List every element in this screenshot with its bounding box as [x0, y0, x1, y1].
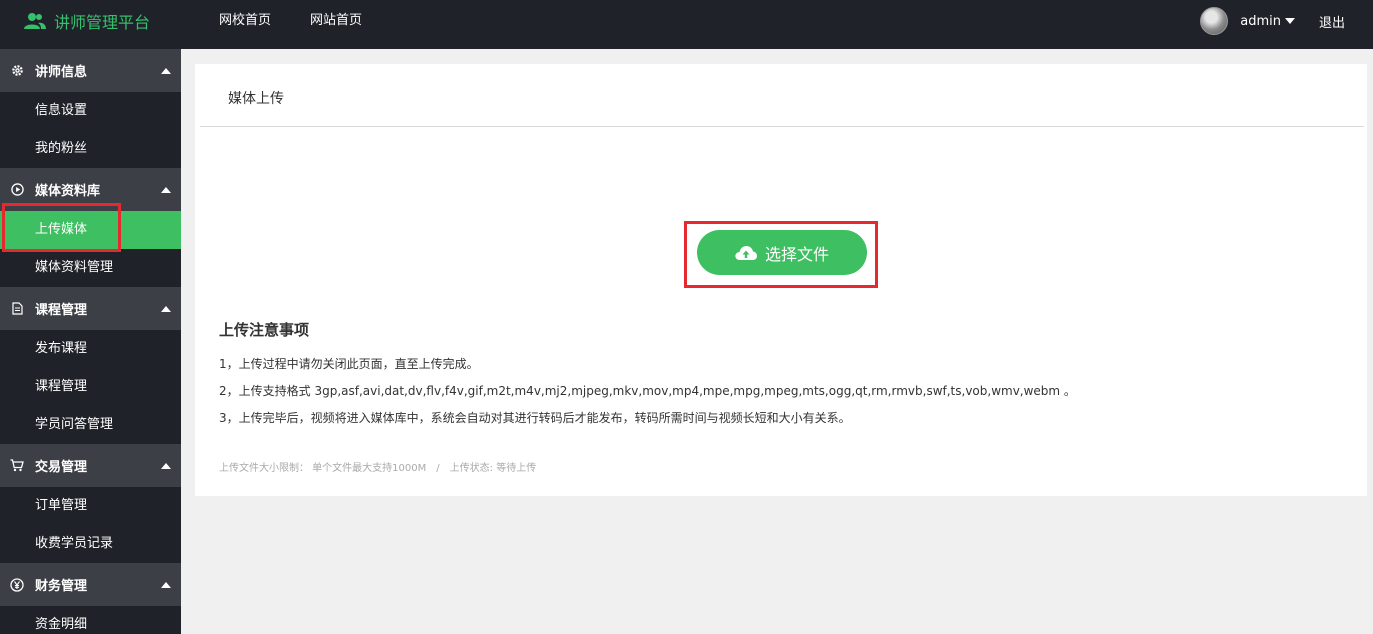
sidebar-item-info-settings[interactable]: 信息设置	[0, 92, 181, 130]
sidebar-section-course-management[interactable]: 课程管理	[0, 287, 181, 330]
user-name[interactable]: admin	[1240, 14, 1281, 29]
sidebar-section-transaction-management[interactable]: 交易管理	[0, 444, 181, 487]
yen-circle-icon	[10, 577, 24, 592]
sidebar-item-student-qa[interactable]: 学员问答管理	[0, 406, 181, 444]
avatar[interactable]	[1200, 7, 1229, 35]
play-circle-icon	[10, 183, 24, 197]
highlight-box	[2, 203, 121, 252]
media-upload-panel: 媒体上传 选择文件 上传注意事项 1，上传过程中请勿关闭此页面，直至上传完成。 …	[195, 64, 1367, 496]
sidebar-item-course-management[interactable]: 课程管理	[0, 368, 181, 406]
brand-title: 讲师管理平台	[54, 13, 151, 32]
sidebar-item-my-fans[interactable]: 我的粉丝	[0, 130, 181, 168]
sidebar-item-publish-course[interactable]: 发布课程	[0, 330, 181, 368]
sidebar: 讲师信息 信息设置 我的粉丝 媒体资料库 上传媒体 媒体资料管理 课程管理 发布…	[0, 49, 181, 634]
upload-notes-title: 上传注意事项	[219, 321, 310, 339]
chevron-down-icon[interactable]	[1284, 18, 1295, 24]
cart-icon	[10, 459, 24, 473]
upload-note: 3，上传完毕后，视频将进入媒体库中，系统会自动对其进行转码后才能发布，转码所需时…	[219, 411, 851, 425]
sidebar-section-label: 媒体资料库	[35, 184, 101, 199]
chevron-up-icon	[161, 187, 171, 193]
nav-school-home[interactable]: 网校首页	[219, 0, 271, 42]
divider	[200, 126, 1364, 127]
separator: /	[436, 463, 440, 474]
brand-logo[interactable]: 讲师管理平台	[24, 0, 150, 42]
logout-link[interactable]: 退出	[1319, 12, 1345, 31]
upload-note: 2，上传支持格式 3gp,asf,avi,dat,dv,flv,f4v,gif,…	[219, 384, 1076, 398]
nav-site-home[interactable]: 网站首页	[310, 0, 362, 42]
page-title: 媒体上传	[228, 91, 284, 107]
sidebar-section-label: 财务管理	[35, 579, 88, 594]
sidebar-section-teacher-info[interactable]: 讲师信息	[0, 49, 181, 92]
gear-icon	[10, 64, 24, 78]
sidebar-section-label: 交易管理	[35, 460, 88, 475]
chevron-up-icon	[161, 582, 171, 588]
select-file-label[interactable]: 选择文件	[765, 241, 829, 265]
sidebar-section-label: 课程管理	[35, 303, 88, 318]
document-icon	[10, 302, 24, 316]
upload-status-text: 上传状态: 等待上传	[449, 463, 537, 474]
upload-note: 1，上传过程中请勿关闭此页面，直至上传完成。	[219, 357, 479, 371]
upload-status-bar: 上传文件大小限制： 单个文件最大支持1000M / 上传状态: 等待上传	[219, 459, 536, 474]
chevron-up-icon	[161, 306, 171, 312]
size-limit-text: 上传文件大小限制： 单个文件最大支持1000M	[219, 463, 427, 474]
sidebar-item-media-management[interactable]: 媒体资料管理	[0, 249, 181, 287]
select-file-button[interactable]: 选择文件	[697, 230, 867, 275]
chevron-up-icon	[161, 68, 171, 74]
sidebar-section-label: 讲师信息	[35, 65, 88, 80]
users-icon	[24, 13, 46, 29]
sidebar-item-paid-student-records[interactable]: 收费学员记录	[0, 525, 181, 563]
sidebar-section-finance-management[interactable]: 财务管理	[0, 563, 181, 606]
chevron-up-icon	[161, 463, 171, 469]
sidebar-item-fund-details[interactable]: 资金明细	[0, 606, 181, 634]
sidebar-item-order-management[interactable]: 订单管理	[0, 487, 181, 525]
cloud-upload-icon	[735, 245, 757, 260]
user-menu[interactable]: admin 退出	[1200, 0, 1373, 42]
top-bar: 讲师管理平台 网校首页 网站首页 admin 退出	[0, 0, 1373, 49]
